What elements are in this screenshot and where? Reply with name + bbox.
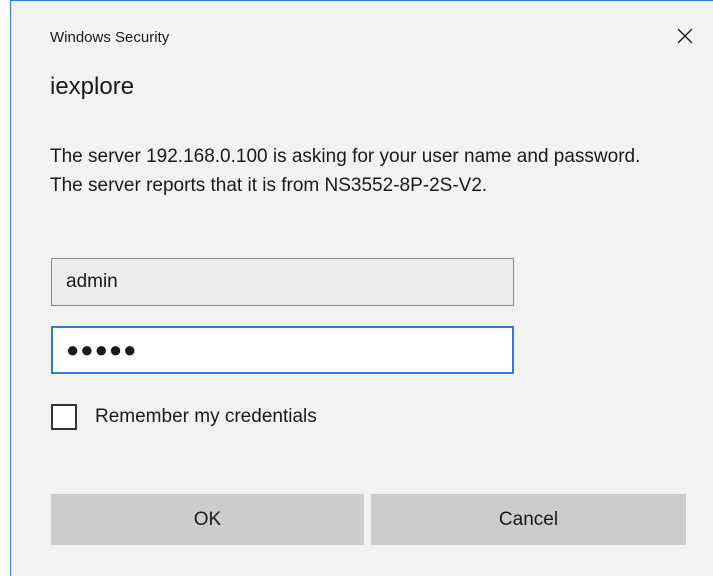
remember-credentials-checkbox[interactable]: Remember my credentials xyxy=(51,404,317,430)
remember-credentials-label: Remember my credentials xyxy=(95,406,317,427)
close-icon xyxy=(677,28,693,44)
ok-button[interactable]: OK xyxy=(51,494,364,545)
password-field[interactable] xyxy=(51,326,514,374)
checkbox-box[interactable] xyxy=(51,404,77,430)
app-name-heading: iexplore xyxy=(50,73,135,100)
credential-request-message: The server 192.168.0.100 is asking for y… xyxy=(50,146,641,196)
cancel-button[interactable]: Cancel xyxy=(371,494,686,545)
username-field[interactable] xyxy=(51,258,514,306)
windows-security-dialog: Windows Security iexplore The server 192… xyxy=(10,0,713,576)
close-button[interactable] xyxy=(663,18,707,54)
window-title: Windows Security xyxy=(50,29,170,46)
